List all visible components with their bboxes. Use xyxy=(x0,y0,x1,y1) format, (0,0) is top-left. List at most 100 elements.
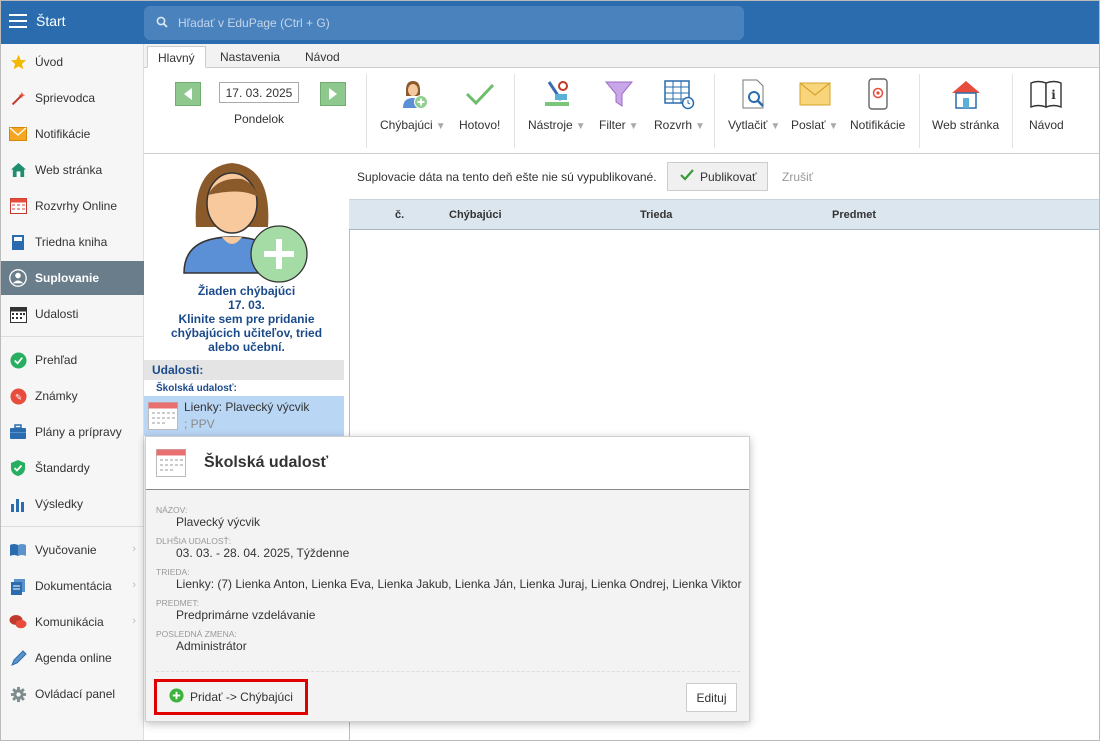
sidebar-item-plany-a-pripravy[interactable]: Plány a prípravy xyxy=(0,415,144,449)
field-label-name: NÁZOV: xyxy=(156,505,188,515)
calendar-icon xyxy=(148,401,178,434)
day-name: Pondelok xyxy=(233,112,285,126)
date-field[interactable]: 17. 03. 2025 xyxy=(219,82,299,103)
publish-button[interactable]: Publikovať xyxy=(667,162,768,191)
check-circle-icon xyxy=(9,351,27,369)
sidebar-item-standardy[interactable]: Štandardy xyxy=(0,451,144,485)
dropdown-arrow-icon: ▼ xyxy=(435,121,446,132)
column-header-subject[interactable]: Predmet xyxy=(832,209,876,221)
events-header: Udalosti: xyxy=(144,360,344,380)
cancel-button[interactable]: Zrušiť xyxy=(782,170,813,184)
previous-day-button[interactable] xyxy=(175,82,201,106)
guide-button[interactable]: i Návod xyxy=(1029,78,1064,132)
sidebar-item-web-stranka[interactable]: Web stránka xyxy=(0,153,144,187)
column-header-absent[interactable]: Chýbajúci xyxy=(449,209,502,221)
field-label-long-event: DLHŠIA UDALOSŤ: xyxy=(156,536,232,546)
chevron-right-icon: › xyxy=(132,615,136,627)
documents-icon xyxy=(9,577,27,595)
tools-icon xyxy=(540,78,574,110)
sidebar-item-rozvrhy-online[interactable]: Rozvrhy Online xyxy=(0,189,144,223)
phone-icon xyxy=(861,78,895,110)
add-person-icon xyxy=(396,78,430,110)
filter-button[interactable]: Filter ▼ xyxy=(599,78,639,132)
sidebar: Úvod Sprievodca Notifikácie Web stránka … xyxy=(0,44,144,741)
sidebar-item-agenda-online[interactable]: Agenda online xyxy=(0,641,144,675)
book-icon xyxy=(9,233,27,251)
sidebar-item-vysledky[interactable]: Výsledky xyxy=(0,487,144,521)
edit-button[interactable]: Edituj xyxy=(686,683,737,712)
gear-icon xyxy=(9,685,27,703)
print-button[interactable]: Vytlačiť ▼ xyxy=(728,78,780,132)
dropdown-arrow-icon: ▼ xyxy=(575,121,586,132)
dropdown-arrow-icon: ▼ xyxy=(628,121,639,132)
tab-nastavenia[interactable]: Nastavenia xyxy=(210,46,290,68)
events-category-label: Školská udalosť: xyxy=(156,383,237,394)
sidebar-item-suplovanie[interactable]: Suplovanie xyxy=(0,261,144,295)
field-value-long-event: 03. 03. - 28. 04. 2025, Týždenne xyxy=(176,546,350,560)
sidebar-item-prehlad[interactable]: Prehľad xyxy=(0,343,144,377)
add-to-absent-button[interactable]: Pridať -> Chýbajúci xyxy=(154,679,308,715)
notifications-button[interactable]: Notifikácie xyxy=(850,78,905,132)
house-icon xyxy=(949,78,983,110)
field-value-last-change: Administrátor xyxy=(176,639,247,653)
start-label[interactable]: Štart xyxy=(36,13,66,29)
tools-button[interactable]: Nástroje ▼ xyxy=(528,78,586,132)
dropdown-arrow-icon: ▼ xyxy=(695,121,705,132)
ribbon-divider xyxy=(366,74,367,148)
done-button[interactable]: Hotovo! xyxy=(459,78,500,132)
hamburger-menu-icon[interactable] xyxy=(9,14,27,28)
star-icon xyxy=(9,53,27,71)
open-book-icon xyxy=(9,541,27,559)
tab-hlavny[interactable]: Hlavný xyxy=(147,46,206,68)
field-value-name: Plavecký výcvik xyxy=(176,515,261,529)
grades-icon: ✎ xyxy=(9,387,27,405)
ribbon-divider xyxy=(714,74,715,148)
no-absent-message: Žiaden chýbajúci 17. 03. Klinite sem pre… xyxy=(170,284,323,354)
sidebar-item-komunikacia[interactable]: Komunikácia › xyxy=(0,605,144,639)
bar-chart-icon xyxy=(9,495,27,513)
sidebar-item-triedna-kniha[interactable]: Triedna kniha xyxy=(0,225,144,259)
tab-navod[interactable]: Návod xyxy=(295,46,350,68)
send-button[interactable]: Poslať ▼ xyxy=(791,78,838,132)
field-label-class: TRIEDA: xyxy=(156,567,190,577)
svg-text:✎: ✎ xyxy=(14,392,21,402)
column-header-class[interactable]: Trieda xyxy=(640,209,672,221)
timetable-clock-icon xyxy=(662,78,696,110)
sidebar-divider xyxy=(0,336,144,337)
sidebar-item-notifikacie[interactable]: Notifikácie xyxy=(0,117,144,151)
field-label-subject: PREDMET: xyxy=(156,598,199,608)
house-icon xyxy=(9,161,27,179)
sidebar-item-ovladaci-panel[interactable]: Ovládací panel xyxy=(0,677,144,711)
field-label-last-change: POSLEDNÁ ZMENA: xyxy=(156,629,237,639)
event-detail-popup: Školská udalosť NÁZOV: Plavecký výcvik D… xyxy=(145,436,750,722)
chevron-right-icon: › xyxy=(132,543,136,555)
plus-circle-icon xyxy=(169,688,184,706)
sidebar-item-vyucovanie[interactable]: Vyučovanie › xyxy=(0,533,144,567)
next-day-button[interactable] xyxy=(320,82,346,106)
unpublished-notice: Suplovacie dáta na tento deň ešte nie sú… xyxy=(357,170,657,184)
chevron-right-icon: › xyxy=(132,579,136,591)
arrow-right-icon xyxy=(329,88,337,100)
sidebar-divider xyxy=(0,526,144,527)
chat-icon xyxy=(9,613,27,631)
magic-wand-icon xyxy=(9,89,27,107)
sidebar-item-sprievodca[interactable]: Sprievodca xyxy=(0,81,144,115)
column-header-number[interactable]: č. xyxy=(395,209,404,221)
timetable-button[interactable]: Rozvrh ▼ xyxy=(654,78,705,132)
pen-icon xyxy=(9,649,27,667)
search-input[interactable] xyxy=(178,13,718,33)
arrow-left-icon xyxy=(184,88,192,100)
ribbon-divider xyxy=(514,74,515,148)
user-circle-icon xyxy=(9,269,27,287)
envelope-icon xyxy=(9,125,27,143)
sidebar-item-udalosti[interactable]: Udalosti xyxy=(0,297,144,331)
sidebar-item-dokumentacia[interactable]: Dokumentácia › xyxy=(0,569,144,603)
absent-button[interactable]: Chýbajúci ▼ xyxy=(380,78,446,132)
sidebar-item-znamky[interactable]: ✎ Známky xyxy=(0,379,144,413)
funnel-icon xyxy=(602,78,636,110)
event-item[interactable]: Lienky: Plavecký výcvik ; PPV xyxy=(144,396,344,436)
sidebar-item-uvod[interactable]: Úvod xyxy=(0,45,144,79)
website-button[interactable]: Web stránka xyxy=(932,78,999,132)
search-bar[interactable] xyxy=(144,6,744,40)
print-preview-icon xyxy=(737,78,771,110)
